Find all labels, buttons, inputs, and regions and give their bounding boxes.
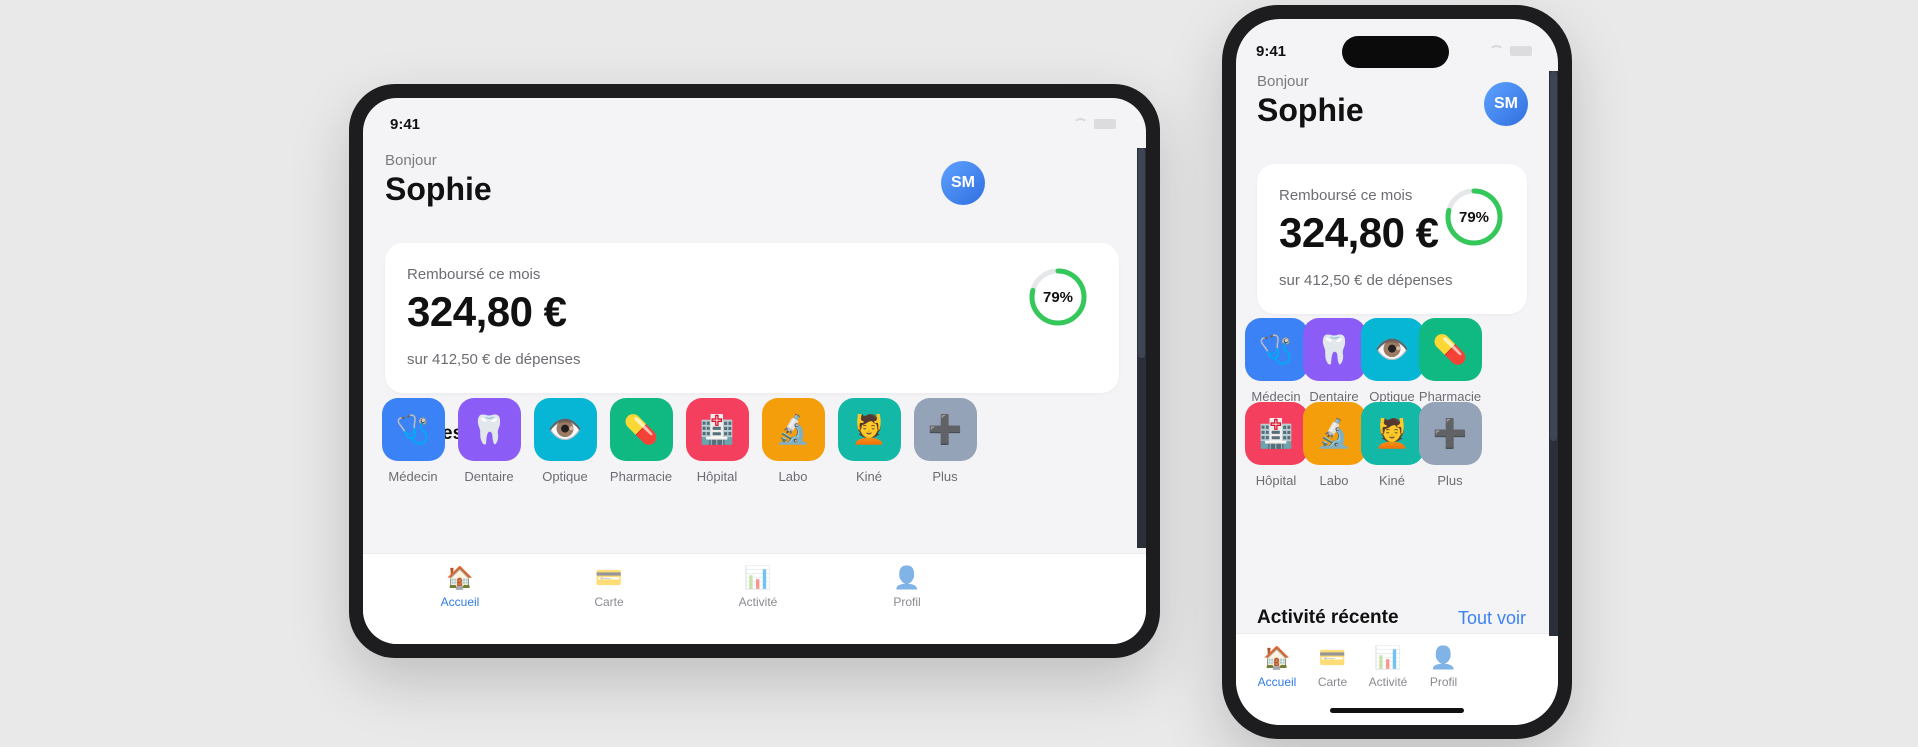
user-name: Sophie (385, 171, 492, 207)
service-label: Plus (1437, 473, 1463, 488)
service-tile[interactable]: 🔬 (761, 398, 825, 461)
scrollbar[interactable] (1137, 148, 1146, 548)
service-plus-button[interactable]: ➕ Plus (905, 398, 985, 484)
tab-carte[interactable]: 💳 Carte (564, 565, 654, 609)
chart-icon: 📊 (744, 565, 772, 590)
reimbursement-amount: 324,80 € (407, 288, 567, 335)
service-tile[interactable]: ➕ (1418, 402, 1482, 465)
card-icon: 💳 (595, 565, 623, 590)
service-labo-button[interactable]: 🔬 Labo (753, 398, 833, 484)
profile-icon: 👤 (893, 565, 921, 590)
tab-label: Profil (893, 595, 921, 609)
profile-icon: 👤 (1429, 645, 1458, 670)
status-time: 9:41 (390, 116, 421, 133)
see-all-link[interactable]: Tout voir (1458, 608, 1526, 629)
status-icons (1489, 45, 1532, 56)
avatar[interactable]: SM (1484, 82, 1528, 126)
scrollbar-thumb[interactable] (1138, 148, 1145, 358)
service-tile[interactable]: 🩺 (381, 398, 445, 461)
service-pharmacie-button[interactable]: 💊 Pharmacie (1410, 318, 1490, 404)
tablet-device: 9:41 Bonjour Sophie SM Remboursé ce mois… (349, 84, 1160, 658)
reimbursement-amount: 324,80 € (1279, 209, 1439, 256)
plus-icon: ➕ (1432, 417, 1468, 449)
scrollbar[interactable] (1549, 71, 1558, 636)
wifi-icon (1489, 45, 1504, 56)
service-label: Kiné (855, 469, 883, 484)
service-hopital-button[interactable]: 🏥 Hôpital (677, 398, 757, 484)
tab-activite[interactable]: 📊 Activité (713, 565, 803, 609)
tab-profil[interactable]: 👤 Profil (1399, 645, 1489, 689)
status-icons (1073, 118, 1116, 129)
therapy-icon: 💆 (1374, 417, 1410, 449)
tooth-icon: 🦷 (1316, 333, 1352, 365)
eye-icon: 👁️ (1374, 333, 1410, 365)
tab-label: Carte (594, 595, 624, 609)
hospital-icon: 🏥 (699, 413, 735, 445)
tooth-icon: 🦷 (471, 413, 507, 445)
microscope-icon: 🔬 (775, 413, 811, 445)
service-label: Pharmacie (609, 469, 673, 484)
status-time: 9:41 (1256, 43, 1287, 60)
tab-label: Profil (1429, 675, 1458, 689)
stethoscope-icon: 🩺 (1258, 333, 1294, 365)
user-name: Sophie (1257, 92, 1364, 128)
battery-icon (1094, 118, 1116, 129)
reimbursement-label: Remboursé ce mois (1279, 187, 1413, 204)
service-tile[interactable]: ➕ (913, 398, 977, 461)
plus-icon: ➕ (927, 413, 963, 445)
avatar[interactable]: SM (941, 161, 985, 205)
service-plus-button[interactable]: ➕ Plus (1410, 402, 1490, 488)
service-label: Plus (932, 469, 958, 484)
service-label: Médecin (388, 469, 438, 484)
progress-ring: 79% (1444, 187, 1504, 247)
greeting-text: Bonjour (385, 152, 437, 169)
eye-icon: 👁️ (547, 413, 583, 445)
service-tile[interactable]: 👁️ (533, 398, 597, 461)
battery-icon (1510, 45, 1532, 56)
service-pharmacie-button[interactable]: 💊 Pharmacie (601, 398, 681, 484)
service-tile[interactable]: 🏥 (685, 398, 749, 461)
home-indicator[interactable] (1330, 708, 1464, 713)
tab-profil[interactable]: 👤 Profil (862, 565, 952, 609)
reimbursement-label: Remboursé ce mois (407, 266, 541, 283)
service-dentaire-button[interactable]: 🦷 Dentaire (449, 398, 529, 484)
service-optique-button[interactable]: 👁️ Optique (525, 398, 605, 484)
progress-percent: 79% (1042, 288, 1074, 306)
tablet-screen: 9:41 Bonjour Sophie SM Remboursé ce mois… (363, 98, 1146, 644)
microscope-icon: 🔬 (1316, 417, 1352, 449)
service-tile[interactable]: 💊 (1418, 318, 1482, 381)
tab-label: Activité (738, 595, 778, 609)
phone-screen: 9:41 Bonjour Sophie SM Remboursé ce mois… (1236, 19, 1558, 725)
wifi-icon (1073, 118, 1088, 129)
progress-ring: 79% (1028, 267, 1088, 327)
tab-accueil[interactable]: 🏠 Accueil (415, 565, 505, 609)
dynamic-island (1342, 36, 1449, 68)
pill-icon: 💊 (1432, 333, 1468, 365)
service-label: Dentaire (464, 469, 514, 484)
service-label: Hôpital (696, 469, 738, 484)
tab-bar: 🏠 Accueil 💳 Carte 📊 Activité 👤 Profil (363, 553, 1146, 644)
scrollbar-thumb[interactable] (1550, 71, 1557, 441)
greeting-text: Bonjour (1257, 73, 1309, 90)
reimbursement-card[interactable]: Remboursé ce mois 324,80 € sur 412,50 € … (385, 243, 1119, 393)
therapy-icon: 💆 (851, 413, 887, 445)
service-label: Optique (542, 469, 588, 484)
stethoscope-icon: 🩺 (395, 413, 431, 445)
hospital-icon: 🏥 (1258, 417, 1294, 449)
service-tile[interactable]: 💊 (609, 398, 673, 461)
reimbursement-subtitle: sur 412,50 € de dépenses (1279, 272, 1453, 289)
home-icon: 🏠 (446, 565, 474, 590)
phone-device: 9:41 Bonjour Sophie SM Remboursé ce mois… (1222, 5, 1572, 739)
pill-icon: 💊 (623, 413, 659, 445)
service-tile[interactable]: 🦷 (457, 398, 521, 461)
service-label: Labo (778, 469, 808, 484)
service-tile[interactable]: 💆 (837, 398, 901, 461)
reimbursement-subtitle: sur 412,50 € de dépenses (407, 351, 581, 368)
tab-label: Accueil (440, 595, 480, 609)
service-kine-button[interactable]: 💆 Kiné (829, 398, 909, 484)
progress-percent: 79% (1458, 208, 1490, 226)
recent-activity-title: Activité récente (1257, 607, 1399, 628)
reimbursement-card[interactable]: Remboursé ce mois 324,80 € sur 412,50 € … (1257, 164, 1527, 314)
service-medecin-button[interactable]: 🩺 Médecin (373, 398, 453, 484)
